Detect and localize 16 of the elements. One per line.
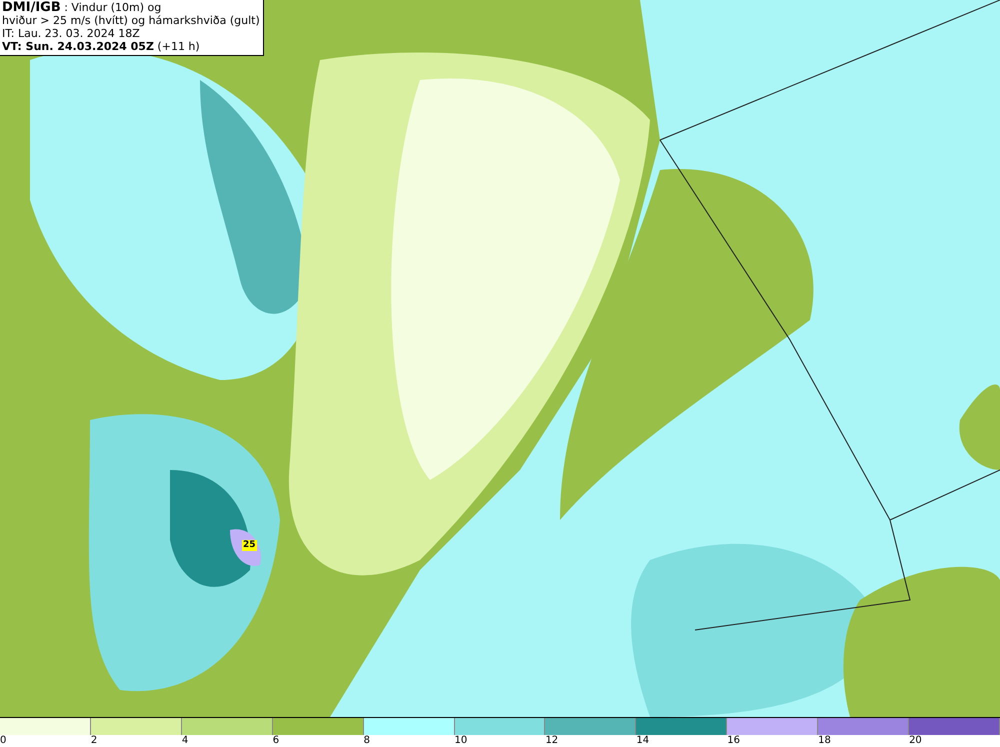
legend-tick-label: 14 <box>636 735 650 747</box>
legend-tick-label: 6 <box>272 735 280 747</box>
legend-tick-label: 16 <box>727 735 741 747</box>
legend-tick-label: 20 <box>909 735 923 747</box>
title-line: VT: Sun. 24.03.2024 05Z (+11 h) <box>2 40 201 53</box>
title-line: hviður > 25 m/s (hvítt) og hámarkshviða (gult) <box>2 14 260 27</box>
legend-tick-label: 10 <box>454 735 468 747</box>
title-line: IT: Lau. 23. 03. 2024 18Z <box>2 27 141 40</box>
legend-tick-label: 0 <box>0 735 8 747</box>
legend-tick-label: 4 <box>182 735 190 747</box>
legend-tick-label: 8 <box>364 735 371 747</box>
title-line: DMI/IGB : Vindur (10m) og <box>2 1 162 14</box>
gust-marker: 25 <box>242 540 257 551</box>
legend-tick-label: 12 <box>545 735 560 747</box>
legend-tick-label: 2 <box>90 735 98 747</box>
legend-tick-label: 18 <box>818 735 832 747</box>
